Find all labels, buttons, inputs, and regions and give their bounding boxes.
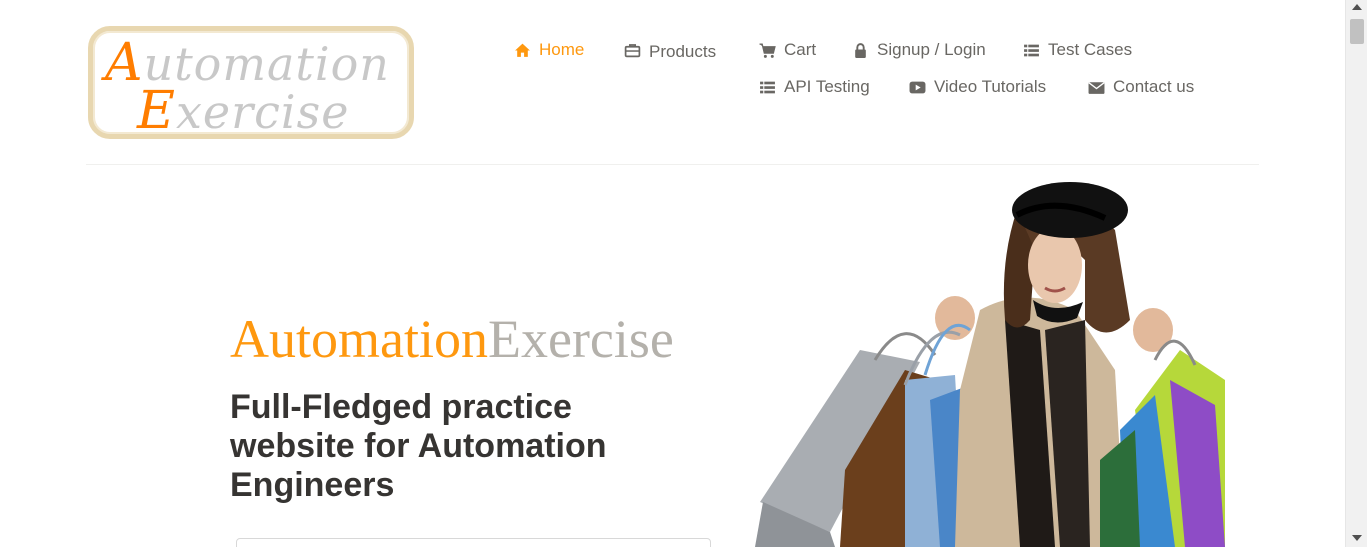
nav-api-testing[interactable]: API Testing bbox=[759, 77, 870, 97]
youtube-icon bbox=[909, 79, 926, 96]
logo-line-2: Exercise bbox=[137, 81, 350, 139]
hero-button-partial[interactable] bbox=[236, 538, 711, 547]
scroll-thumb[interactable] bbox=[1350, 19, 1364, 44]
scroll-up-arrow-icon[interactable] bbox=[1352, 4, 1362, 10]
briefcase-icon bbox=[624, 42, 641, 59]
hero-brand: AutomationExercise bbox=[230, 312, 674, 366]
list-icon bbox=[759, 79, 776, 96]
nav-contact-us[interactable]: Contact us bbox=[1088, 77, 1194, 97]
nav-products[interactable]: Products bbox=[624, 40, 717, 61]
list-icon bbox=[1023, 42, 1040, 59]
cart-icon bbox=[759, 42, 776, 59]
nav-signup-login-label: Signup / Login bbox=[877, 40, 986, 59]
nav-products-label: Products bbox=[649, 42, 717, 61]
vertical-scrollbar[interactable] bbox=[1345, 0, 1367, 547]
envelope-icon bbox=[1088, 79, 1105, 96]
hero-brand-part2: Exercise bbox=[487, 309, 674, 369]
hero-title: Full-Fledged practice website for Automa… bbox=[230, 388, 607, 504]
nav-cart[interactable]: Cart bbox=[759, 40, 816, 60]
hero-brand-part1: Automation bbox=[230, 309, 488, 369]
nav-cart-label: Cart bbox=[784, 40, 817, 59]
nav-test-cases[interactable]: Test Cases bbox=[1023, 40, 1132, 60]
home-icon bbox=[514, 42, 531, 59]
nav-test-cases-label: Test Cases bbox=[1048, 40, 1133, 59]
hero-image bbox=[755, 170, 1245, 547]
scroll-down-arrow-icon[interactable] bbox=[1352, 535, 1362, 541]
nav-video-tutorials[interactable]: Video Tutorials bbox=[909, 77, 1046, 97]
lock-icon bbox=[852, 42, 869, 59]
nav-api-testing-label: API Testing bbox=[784, 77, 870, 96]
nav-home-label: Home bbox=[539, 40, 585, 59]
site-logo[interactable]: Automation Exercise bbox=[88, 26, 414, 139]
nav-signup-login[interactable]: Signup / Login bbox=[852, 40, 986, 60]
nav-video-tutorials-label: Video Tutorials bbox=[934, 77, 1047, 96]
header-divider bbox=[86, 164, 1259, 165]
nav-contact-us-label: Contact us bbox=[1113, 77, 1195, 96]
nav-home[interactable]: Home bbox=[514, 40, 584, 60]
